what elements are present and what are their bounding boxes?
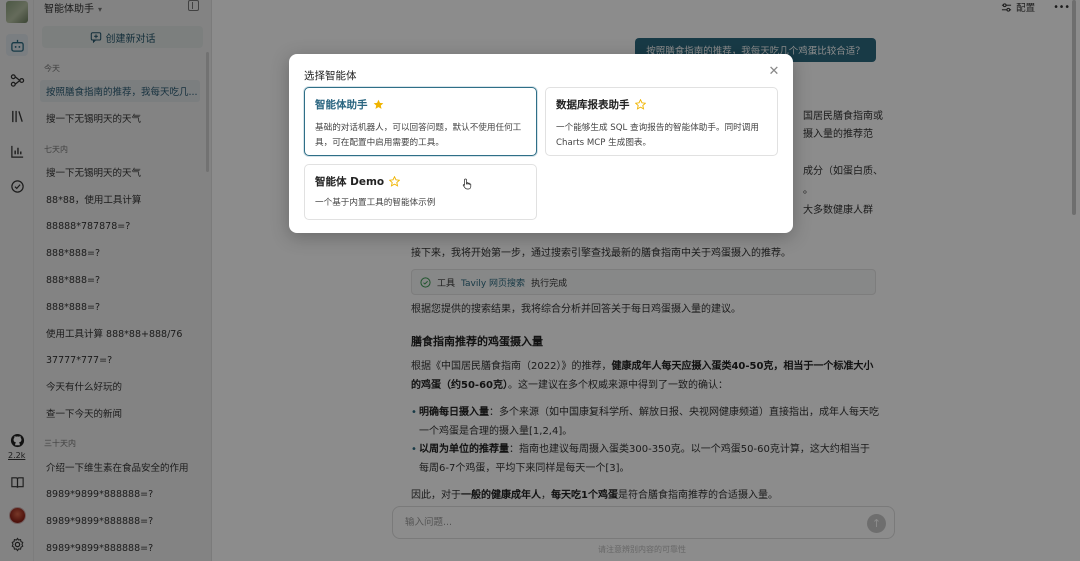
agent-card-header: 智能体助手 (315, 97, 526, 112)
star-filled-icon[interactable] (373, 99, 384, 110)
star-outline-icon[interactable] (389, 176, 401, 187)
agent-description: 一个能够生成 SQL 查询报告的智能体助手。同时调用 Charts MCP 生成… (556, 123, 759, 148)
agent-card-header: 智能体 Demo (315, 174, 526, 189)
agent-description: 一个基于内置工具的智能体示例 (315, 198, 436, 208)
agent-name: 智能体助手 (315, 99, 368, 111)
agent-select-dialog: 选择智能体 ✕ 智能体助手 基础的对话机器人，可以回答问题，默认不使用任何工具，… (289, 54, 793, 233)
agent-name: 数据库报表助手 (556, 99, 630, 111)
agent-card-assistant[interactable]: 智能体助手 基础的对话机器人，可以回答问题，默认不使用任何工具，可在配置中启用需… (304, 87, 537, 156)
agent-card-header: 数据库报表助手 (556, 97, 767, 112)
agent-description: 基础的对话机器人，可以回答问题，默认不使用任何工具，可在配置中启用需要的工具。 (315, 123, 522, 148)
agent-name: 智能体 Demo (315, 176, 385, 188)
dialog-title: 选择智能体 (304, 70, 357, 82)
agent-card-demo[interactable]: 智能体 Demo 一个基于内置工具的智能体示例 (304, 164, 537, 220)
close-icon[interactable]: ✕ (767, 64, 781, 79)
agent-card-db-report[interactable]: 数据库报表助手 一个能够生成 SQL 查询报告的智能体助手。同时调用 Chart… (545, 87, 778, 156)
hand-cursor-icon (462, 178, 472, 190)
star-outline-icon[interactable] (634, 99, 646, 110)
